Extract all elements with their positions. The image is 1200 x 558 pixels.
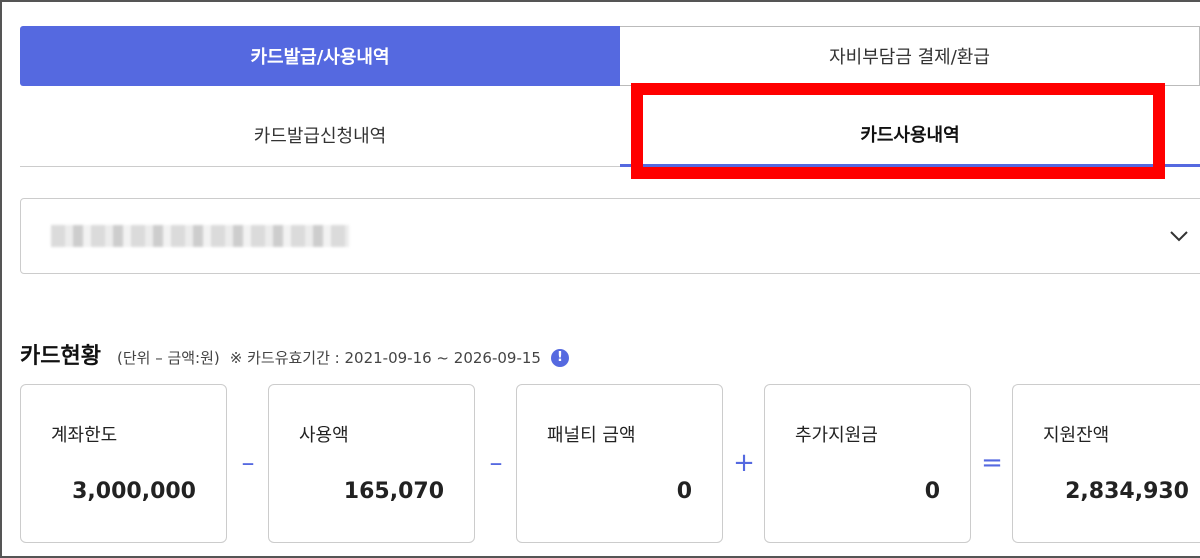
chevron-down-icon[interactable] (1168, 225, 1190, 247)
info-icon[interactable]: ! (550, 349, 569, 367)
card-validity-period: ※ 카드유효기간 : 2021-09-16 ~ 2026-09-15 (229, 349, 541, 367)
summary-value: 3,000,000 (72, 479, 196, 504)
summary-value: 2,834,930 (1065, 479, 1189, 504)
summary-label: 패널티 금액 (547, 425, 636, 446)
summary-box-additional-support: 추가지원금 0 (764, 384, 971, 543)
tab-card-issue-application[interactable]: 카드발급신청내역 (20, 104, 620, 166)
summary-label: 추가지원금 (795, 425, 878, 446)
summary-box-penalty-amount: 패널티 금액 0 (516, 384, 723, 543)
plus-operator: + (733, 448, 755, 478)
summary-label: 계좌한도 (51, 425, 118, 446)
summary-label: 사용액 (299, 425, 349, 446)
tab-card-usage-history[interactable]: 카드사용내역 (620, 104, 1200, 167)
summary-value: 0 (676, 479, 692, 504)
equals-operator: = (981, 448, 1003, 478)
minus-operator: – (241, 448, 255, 478)
card-select-value (51, 225, 349, 247)
tab-card-issue-usage[interactable]: 카드발급/사용내역 (20, 26, 620, 86)
tab-self-payment-refund[interactable]: 자비부담금 결제/환급 (620, 26, 1200, 86)
summary-value: 0 (924, 479, 940, 504)
card-status-heading: 카드현황 (단위 – 금액:원) ※ 카드유효기간 : 2021-09-16 ~… (20, 338, 569, 372)
card-status-title: 카드현황 (20, 344, 101, 369)
summary-box-support-balance: 지원잔액 2,834,930 (1012, 384, 1200, 543)
summary-label: 지원잔액 (1043, 425, 1110, 446)
summary-value: 165,070 (343, 479, 444, 504)
summary-box-used-amount: 사용액 165,070 (268, 384, 475, 543)
unit-note: (단위 – 금액:원) (116, 349, 220, 367)
top-tab-bar: 카드발급/사용내역 자비부담금 결제/환급 (20, 26, 1200, 86)
sub-tab-bar: 카드발급신청내역 카드사용내역 (20, 104, 1200, 167)
card-select-dropdown[interactable] (20, 198, 1200, 274)
summary-box-account-limit: 계좌한도 3,000,000 (20, 384, 227, 543)
minus-operator: – (489, 448, 503, 478)
